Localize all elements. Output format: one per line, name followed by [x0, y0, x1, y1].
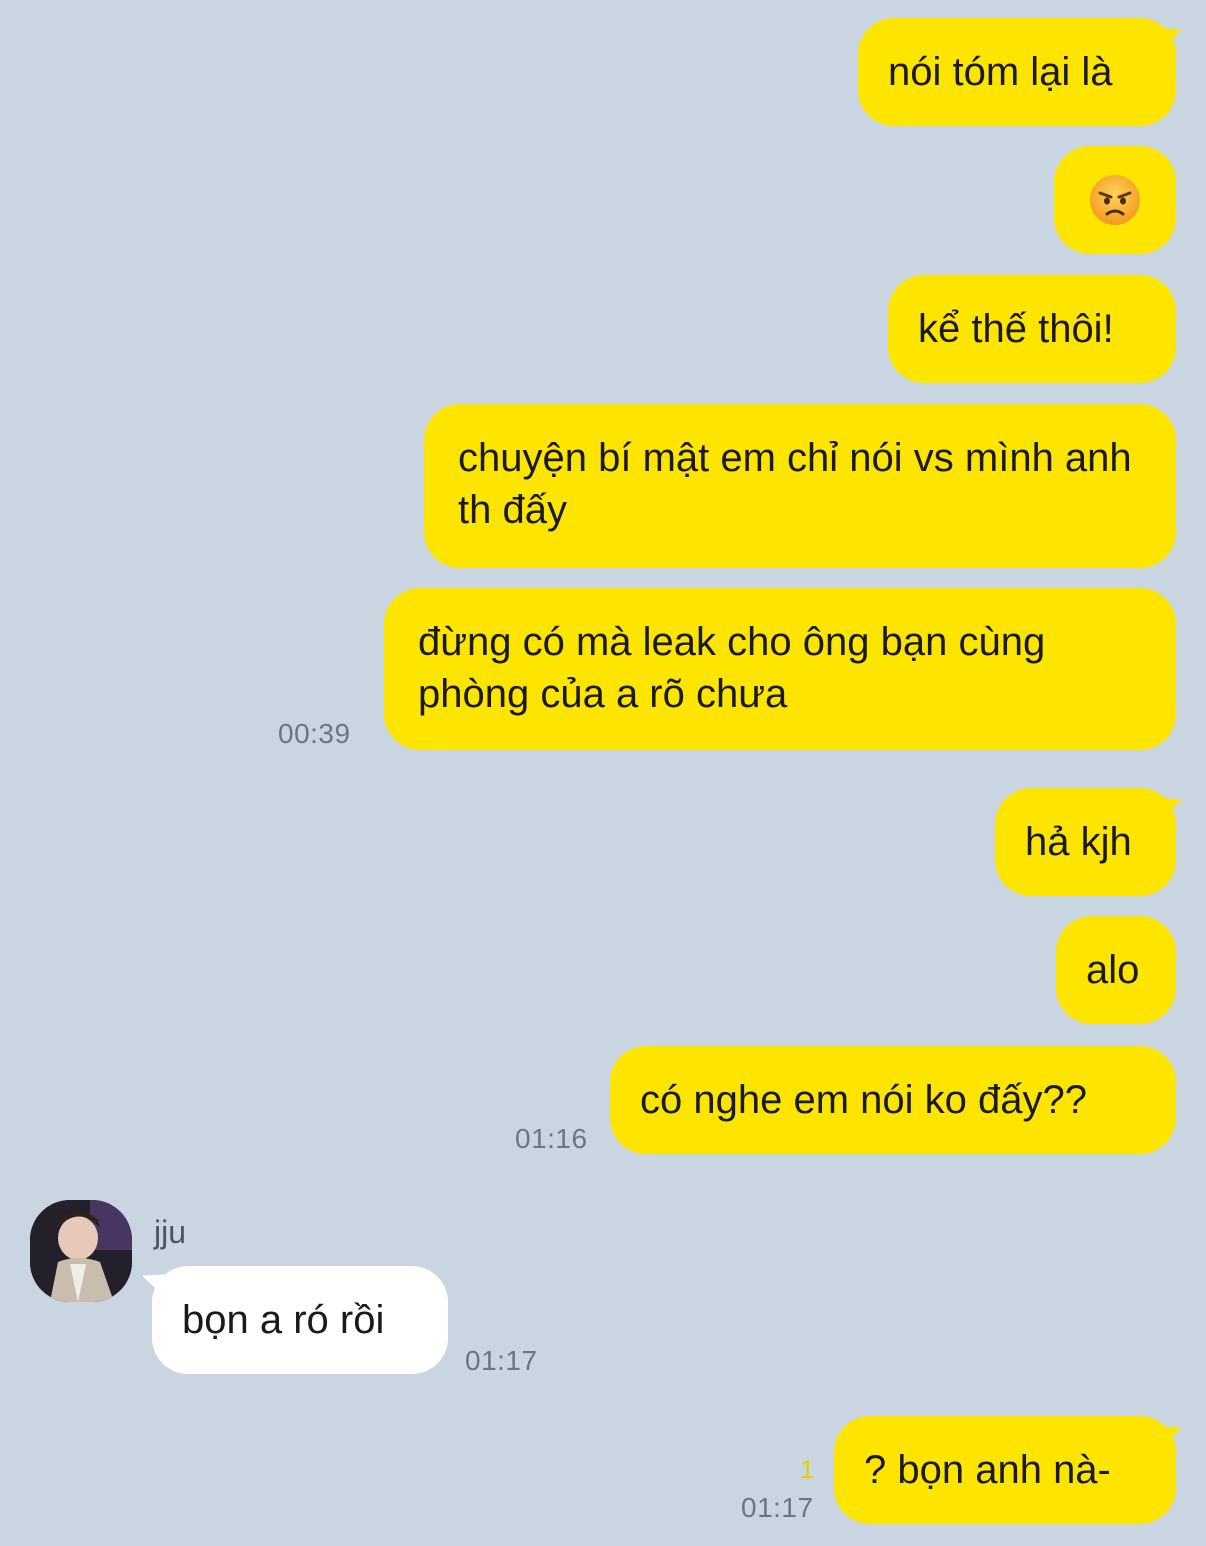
message-outgoing[interactable]: hả kjh — [995, 788, 1176, 896]
avatar[interactable] — [30, 1200, 132, 1302]
message-timestamp: 00:39 — [278, 718, 351, 749]
message-outgoing[interactable] — [1054, 146, 1176, 254]
message-outgoing[interactable]: kể thế thôi! — [888, 275, 1176, 383]
message-outgoing[interactable]: alo — [1056, 916, 1176, 1024]
message-timestamp: 01:17 — [741, 1492, 814, 1523]
message-outgoing[interactable]: có nghe em nói ko đấy?? — [610, 1046, 1176, 1154]
message-outgoing[interactable]: chuyện bí mật em chỉ nói vs mình anh th … — [424, 404, 1176, 568]
message-timestamp: 01:16 — [515, 1123, 588, 1154]
message-text: ? bọn anh nà- — [864, 1448, 1111, 1492]
message-outgoing[interactable]: nói tóm lại là — [858, 18, 1176, 126]
message-incoming[interactable]: bọn a ró rồi — [152, 1266, 448, 1374]
message-text: alo — [1086, 948, 1140, 992]
message-outgoing[interactable]: ? bọn anh nà- — [834, 1416, 1176, 1524]
message-text: đừng có mà leak cho ông bạn cùng phòng c… — [418, 620, 1046, 716]
message-outgoing[interactable]: đừng có mà leak cho ông bạn cùng phòng c… — [384, 588, 1176, 750]
sender-name: jju — [154, 1214, 187, 1250]
unread-count: 1 — [800, 1454, 815, 1484]
message-text: nói tóm lại là — [888, 50, 1113, 94]
message-text: hả kjh — [1025, 820, 1132, 864]
avatar-photo — [30, 1200, 132, 1302]
angry-face-icon — [1088, 173, 1142, 227]
message-timestamp: 01:17 — [465, 1345, 538, 1376]
message-text: bọn a ró rồi — [182, 1298, 385, 1342]
message-text: có nghe em nói ko đấy?? — [640, 1078, 1087, 1122]
message-text: chuyện bí mật em chỉ nói vs mình anh th … — [458, 436, 1132, 532]
message-text: kể thế thôi! — [918, 307, 1114, 351]
